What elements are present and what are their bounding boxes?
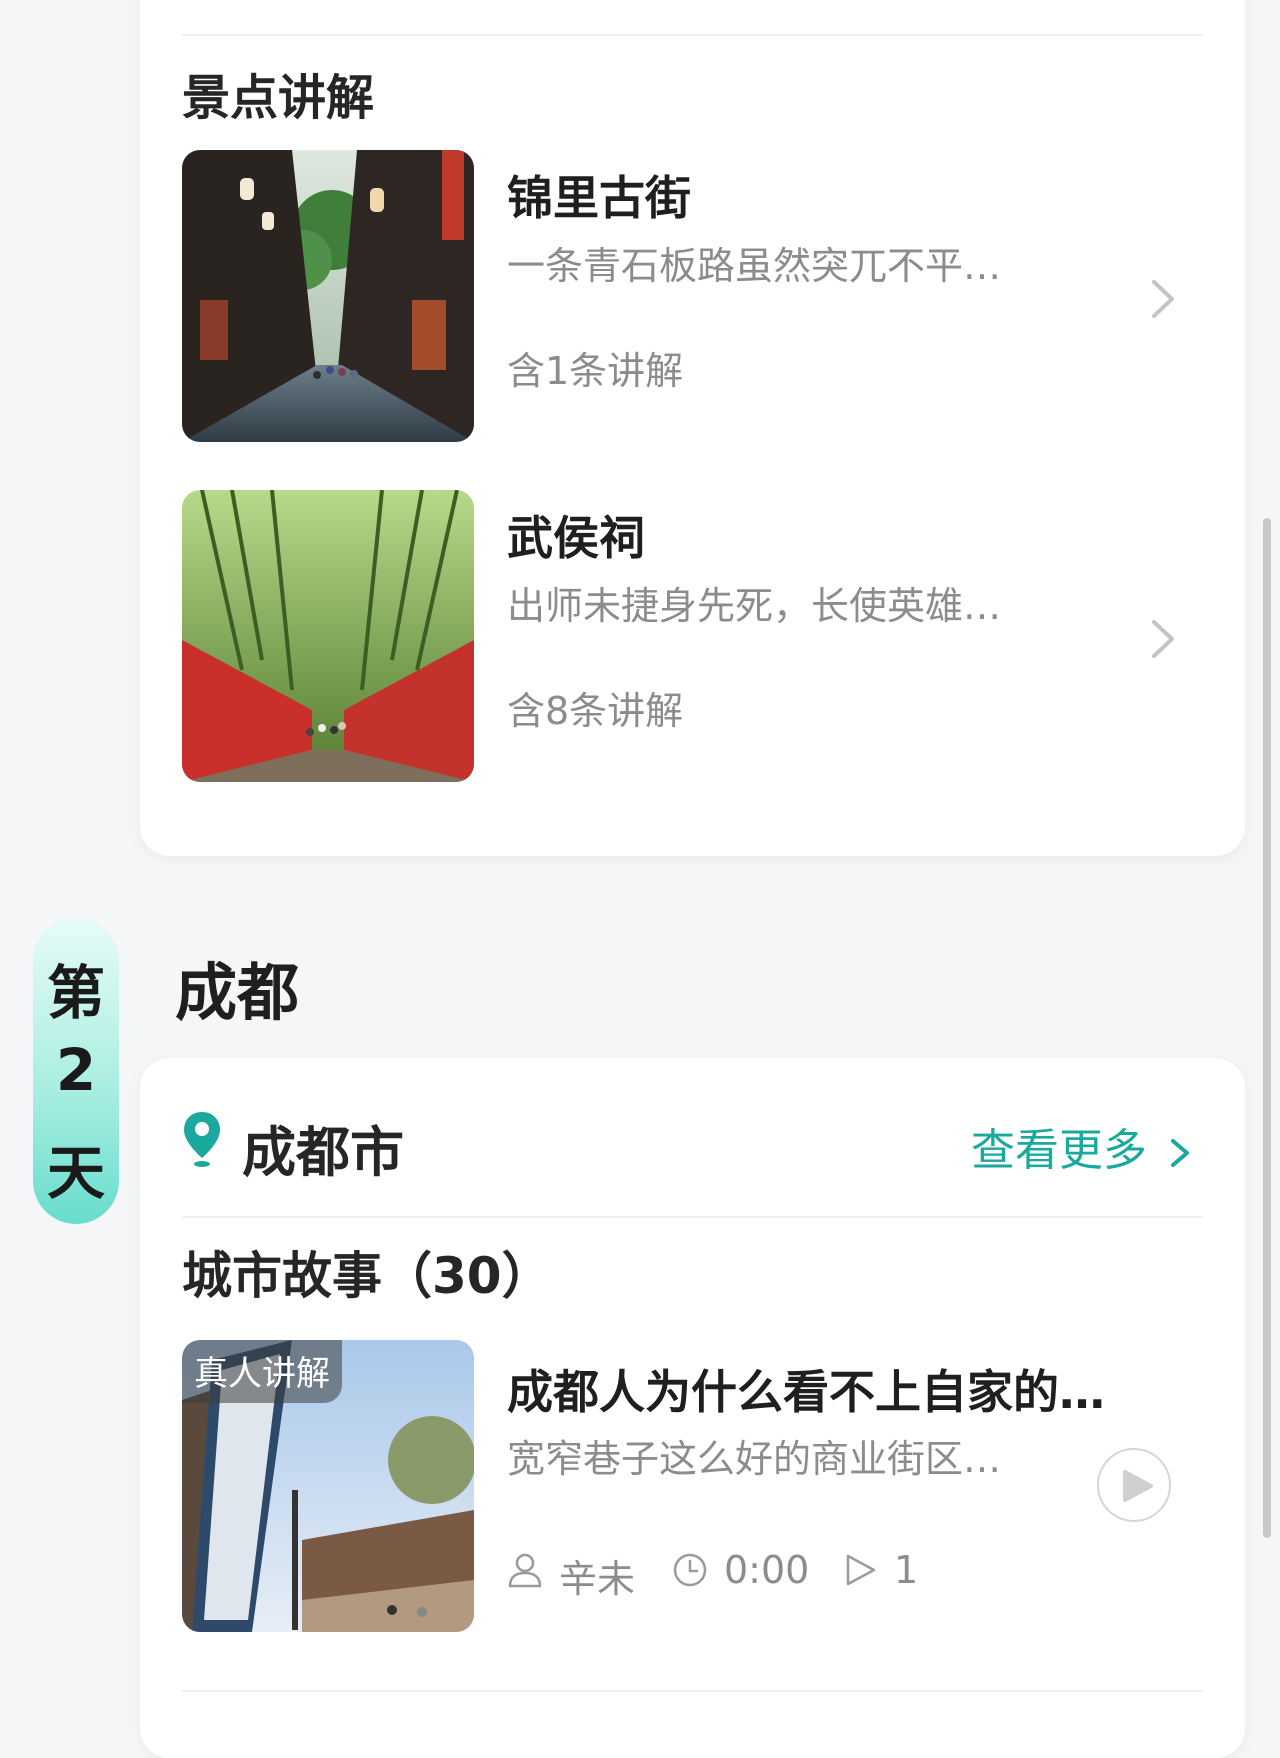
- city-stories-title: 城市故事（30）: [182, 1247, 552, 1305]
- live-guide-badge: 真人讲解: [182, 1340, 342, 1403]
- day-tag: 第 2 天: [33, 918, 119, 1224]
- scrollbar[interactable]: [1263, 518, 1271, 1538]
- story-desc: 宽窄巷子这么好的商业街区…: [507, 1437, 1002, 1481]
- clock-icon: [673, 1553, 707, 1587]
- play-button[interactable]: [1097, 1448, 1171, 1522]
- chevron-right-icon[interactable]: [1142, 274, 1182, 324]
- day-tag-char: 第: [46, 959, 105, 1027]
- chevron-right-icon: [1171, 1139, 1189, 1167]
- story-author-name: 辛未: [559, 1557, 636, 1601]
- attraction-name: 锦里古街: [507, 171, 691, 225]
- location-pin-icon: [184, 1112, 220, 1167]
- divider: [182, 1690, 1203, 1692]
- view-more-link[interactable]: 查看更多: [971, 1114, 1193, 1178]
- day-tag-char: 天: [46, 1139, 105, 1207]
- day-tag-number: 2: [55, 1036, 97, 1104]
- user-icon: [508, 1553, 542, 1588]
- story-image: 真人讲解: [182, 1340, 474, 1632]
- attraction-image: [182, 490, 474, 782]
- story-title: 成都人为什么看不上自家的…: [507, 1365, 1105, 1419]
- attraction-count: 含1条讲解: [507, 349, 684, 393]
- story-plays-value: 1: [894, 1548, 919, 1592]
- attraction-item-jinli[interactable]: 锦里古街 一条青石板路虽然突兀不平… 含1条讲解: [182, 150, 1182, 442]
- attractions-card: 景点讲解 锦里古街 一条青石板路虽然突兀不平… 含1条讲解 武侯祠 出师未捷身先…: [140, 0, 1245, 856]
- view-more-label: 查看更多: [971, 1125, 1147, 1176]
- play-outline-icon: [846, 1554, 876, 1586]
- story-duration-value: 0:00: [724, 1548, 810, 1592]
- day-city-title: 成都: [175, 956, 300, 1029]
- chevron-right-icon[interactable]: [1142, 614, 1182, 664]
- divider: [182, 1216, 1203, 1218]
- attraction-item-wuhou[interactable]: 武侯祠 出师未捷身先死，长使英雄… 含8条讲解: [182, 490, 1182, 782]
- city-card: 成都市 查看更多 城市故事（30） 真人讲解 成都人为什么看不上自家的… 宽窄巷…: [140, 1058, 1245, 1758]
- section-title: 景点讲解: [182, 70, 375, 126]
- play-icon: [1123, 1470, 1153, 1502]
- attraction-name: 武侯祠: [507, 511, 645, 565]
- story-item[interactable]: 真人讲解 成都人为什么看不上自家的… 宽窄巷子这么好的商业街区… 辛未 0:00…: [182, 1340, 1182, 1632]
- divider: [182, 34, 1203, 36]
- attraction-desc: 一条青石板路虽然突兀不平…: [507, 244, 1002, 288]
- attraction-desc: 出师未捷身先死，长使英雄…: [507, 584, 1002, 628]
- city-name: 成都市: [242, 1121, 404, 1184]
- attraction-count: 含8条讲解: [507, 689, 684, 733]
- attraction-image: [182, 150, 474, 442]
